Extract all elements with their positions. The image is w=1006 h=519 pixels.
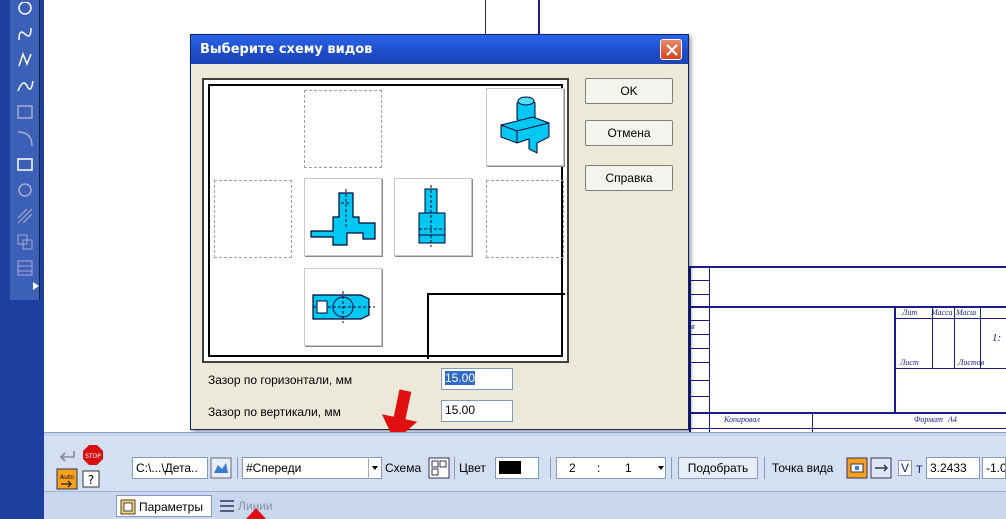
help-icon[interactable]: ? [82, 470, 100, 491]
ok-button[interactable]: OK [585, 78, 673, 104]
panel-tabs: Параметры Линии [44, 492, 1006, 519]
sheets-label: Листов [958, 358, 985, 367]
second-highlight-arrow-icon [246, 508, 266, 519]
mass-label: Масса [931, 308, 953, 317]
circle-tool-icon[interactable] [15, 1, 35, 22]
help-button[interactable]: Справка [585, 165, 673, 191]
scale-denominator: 1 [625, 461, 632, 475]
frame-tool-icon[interactable] [15, 154, 35, 174]
gap-vertical-input[interactable]: 15.00 [441, 400, 513, 422]
gap-horizontal-input[interactable]: 15.00 [441, 368, 513, 390]
view-slot-rear[interactable] [486, 180, 564, 258]
table-tool-icon[interactable] [15, 258, 35, 278]
isometric-part-icon [500, 96, 550, 154]
format-value: А4 [948, 415, 957, 424]
sheet-label: Лист [900, 358, 919, 367]
gap-vertical-label: Зазор по вертикали, мм [208, 405, 341, 419]
hatch-tool-icon[interactable] [15, 206, 35, 226]
lit-label: Лит [902, 308, 918, 317]
cancel-button[interactable]: Отмена [585, 120, 673, 146]
title-block-preview [427, 293, 565, 359]
path-field[interactable]: C:\...\Дета.. [132, 457, 208, 479]
view-slot-bottom[interactable] [304, 268, 382, 346]
scale-select[interactable]: 2 : 1 [556, 457, 666, 479]
fit-button[interactable]: Подобрать [678, 457, 758, 479]
dialog-titlebar[interactable]: Выберите схему видов [191, 35, 688, 64]
svg-text:?: ? [88, 473, 94, 487]
left-toolbar [10, 0, 40, 300]
polyline-tool-icon[interactable] [15, 76, 35, 96]
side-view-icon [418, 185, 446, 247]
view-scheme-dialog: Выберите схему видов OK Отмена Справка З… [190, 34, 689, 430]
spline-tool-icon[interactable] [15, 50, 35, 70]
close-button[interactable] [660, 39, 682, 60]
auto-icon[interactable]: Auto [56, 468, 78, 493]
t-label: T [916, 464, 923, 476]
curve-tool-icon[interactable] [15, 24, 35, 44]
scale-value: 1: [992, 332, 1002, 344]
close-icon [666, 44, 678, 56]
view-slot-left[interactable] [394, 178, 472, 256]
format-label: Формат [914, 415, 943, 424]
parameters-icon [120, 499, 136, 515]
x-coordinate-input[interactable]: 3.2433 [926, 457, 980, 479]
view-orientation-select[interactable]: #Спереди [242, 457, 382, 479]
scheme-icon[interactable] [428, 457, 450, 482]
scale-label: Масш [956, 308, 977, 317]
tab-parameters-label: Параметры [139, 500, 203, 514]
lines-icon [220, 500, 234, 512]
view-slot-top[interactable] [304, 90, 382, 168]
stop-icon[interactable]: STOP [82, 444, 104, 469]
front-view-icon [310, 189, 376, 246]
view-slot-right[interactable] [214, 180, 292, 258]
property-panel: STOP Auto ? C:\...\Дета.. #Спереди Схема… [44, 432, 1006, 519]
y-coordinate-input[interactable]: -1.0 [982, 457, 1006, 479]
scale-numerator: 2 [569, 461, 576, 475]
svg-text:Auto: Auto [60, 474, 74, 481]
view-point-icon[interactable] [846, 457, 868, 482]
chevron-down-icon[interactable] [368, 457, 382, 479]
svg-text:STOP: STOP [85, 453, 101, 460]
enter-arrow-icon[interactable] [58, 450, 76, 465]
scheme-label[interactable]: Схема [385, 461, 421, 475]
expand-toolbar-icon[interactable] [32, 280, 40, 290]
color-select[interactable] [495, 457, 539, 479]
dialog-title: Выберите схему видов [200, 42, 373, 57]
rectangle-tool-icon[interactable] [15, 102, 35, 122]
arc-tool-icon[interactable] [15, 128, 35, 148]
view-slot-isometric[interactable] [486, 88, 564, 166]
color-label: Цвет [459, 461, 486, 475]
view-scheme-panel [202, 78, 569, 363]
gap-horizontal-label: Зазор по горизонтали, мм [208, 373, 353, 387]
view-slot-front[interactable] [304, 178, 382, 256]
move-point-icon[interactable] [870, 457, 892, 482]
copied-label: Копировал [724, 415, 760, 424]
scale-chevron-icon[interactable] [654, 457, 668, 482]
view-point-label: Точка вида [772, 461, 834, 475]
top-view-icon [312, 291, 375, 323]
scale-separator: : [597, 461, 601, 475]
copy-tool-icon[interactable] [15, 232, 35, 252]
tab-parameters[interactable]: Параметры [116, 495, 212, 517]
browse-folder-icon[interactable] [210, 457, 232, 482]
gear-tool-icon[interactable] [15, 180, 35, 200]
v-label[interactable]: V [898, 460, 912, 476]
